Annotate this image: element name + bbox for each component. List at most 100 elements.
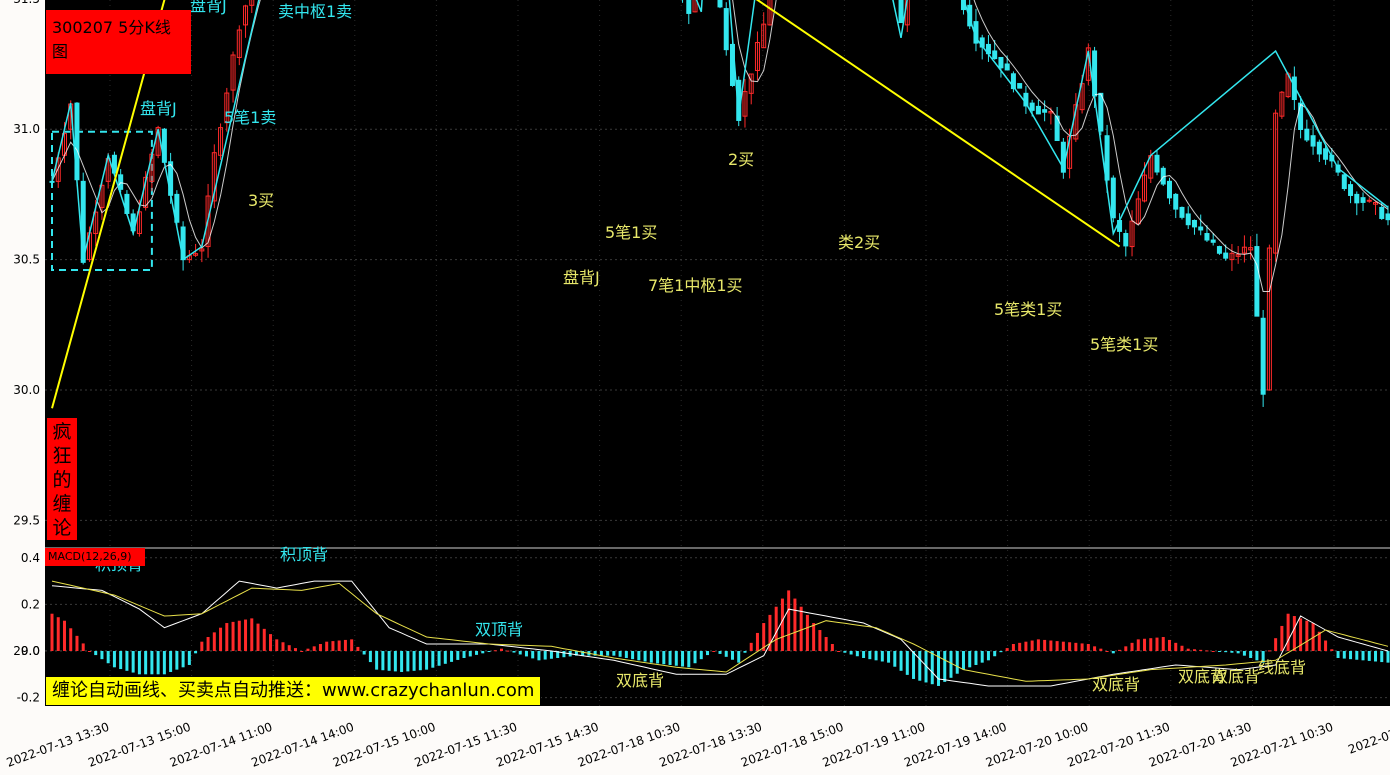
- candle-body: [1360, 197, 1366, 203]
- macd-bar: [1024, 641, 1028, 651]
- macd-y-tick-label: -0.2: [17, 691, 40, 705]
- macd-bar: [262, 628, 266, 651]
- macd-bar: [968, 651, 972, 668]
- macd-bar: [631, 651, 635, 660]
- candle-body: [118, 174, 124, 190]
- macd-bar: [649, 651, 653, 663]
- candle-body: [1341, 174, 1347, 190]
- macd-bar: [774, 606, 778, 651]
- macd-bar: [793, 598, 797, 651]
- macd-bar: [1149, 638, 1153, 651]
- macd-bar: [462, 651, 466, 658]
- macd-bar: [119, 651, 123, 670]
- macd-bar: [780, 598, 784, 651]
- macd-bar: [612, 651, 616, 656]
- macd-bar: [824, 637, 828, 651]
- macd-bar: [1155, 637, 1159, 651]
- macd-bar: [986, 651, 990, 661]
- annotation-label: 5笔类1买: [994, 300, 1062, 319]
- candle-body: [1223, 252, 1229, 259]
- macd-bar: [743, 651, 747, 653]
- macd-bar: [1280, 625, 1284, 651]
- macd-bar: [356, 646, 360, 651]
- chart-canvas: 盘背J盘背J卖中枢1卖5笔1卖3买2买5笔1买盘背J 7笔1中枢1买类2买5笔类1…: [0, 0, 1390, 775]
- macd-bar: [306, 648, 310, 651]
- macd-bar: [1286, 613, 1290, 651]
- macd-annotation-label: 双底背: [616, 671, 664, 690]
- macd-bar: [450, 651, 454, 662]
- macd-bar: [418, 651, 422, 671]
- macd-bar: [549, 651, 553, 659]
- macd-bar: [512, 651, 516, 653]
- macd-bar: [256, 623, 260, 651]
- macd-bar: [543, 651, 547, 660]
- macd-bar: [1061, 641, 1065, 651]
- annotation-label: 盘背J: [190, 0, 227, 15]
- annotation-label: 5笔1卖: [224, 108, 276, 127]
- macd-bar: [1342, 651, 1346, 659]
- macd-bar: [337, 640, 341, 651]
- macd-bar: [980, 651, 984, 663]
- macd-bar: [1355, 651, 1359, 660]
- macd-bar: [499, 648, 503, 651]
- macd-bar: [1267, 650, 1271, 652]
- candle-body: [1098, 92, 1104, 132]
- candle-body: [717, 0, 723, 8]
- annotation-label: 盘背J: [140, 99, 177, 118]
- macd-bar: [269, 634, 273, 651]
- candle-body: [1298, 102, 1304, 130]
- macd-bar: [412, 651, 416, 671]
- macd-bar: [481, 651, 485, 654]
- macd-bar: [387, 651, 391, 671]
- macd-bar: [219, 627, 223, 651]
- macd-bar: [393, 651, 397, 672]
- annotation-label: 盘背J: [563, 268, 600, 287]
- macd-bar: [1093, 646, 1097, 651]
- macd-bar: [999, 651, 1003, 653]
- candle-body: [1310, 135, 1316, 147]
- macd-bar: [1068, 642, 1072, 651]
- brand-char: 论: [52, 517, 72, 539]
- macd-bar: [487, 651, 491, 652]
- macd-bar: [1192, 649, 1196, 651]
- candle-body: [898, 0, 904, 24]
- y-tick-label: 31.0: [13, 122, 40, 136]
- candle-body: [1173, 193, 1179, 210]
- macd-bar: [1105, 651, 1109, 652]
- macd-bar: [1386, 651, 1390, 663]
- macd-bar: [681, 651, 685, 667]
- candle-body: [1379, 206, 1385, 219]
- y-tick-label: 30.0: [13, 383, 40, 397]
- promo-banner[interactable]: 缠论自动画线、买卖点自动推送：www.crazychanlun.com: [45, 676, 542, 706]
- candle-body: [1017, 83, 1023, 89]
- candle-body: [1191, 219, 1197, 228]
- macd-bar: [624, 651, 628, 658]
- macd-bar: [1167, 639, 1171, 651]
- macd-bar: [1043, 639, 1047, 651]
- macd-bar: [1055, 641, 1059, 651]
- macd-bar: [955, 651, 959, 674]
- macd-bar: [1136, 639, 1140, 651]
- macd-bar: [724, 651, 728, 657]
- macd-bar: [693, 651, 697, 664]
- macd-bar: [1217, 651, 1221, 652]
- macd-bar: [837, 651, 841, 652]
- macd-bar: [343, 639, 347, 651]
- macd-bar: [1336, 651, 1340, 658]
- candle-body: [998, 56, 1004, 69]
- macd-bar: [437, 651, 441, 666]
- macd-bar: [737, 651, 741, 663]
- macd-bar: [506, 650, 510, 652]
- macd-bar: [443, 651, 447, 664]
- macd-annotation-label: 双顶背: [475, 620, 523, 639]
- macd-bar: [524, 651, 528, 657]
- macd-bar: [643, 651, 647, 662]
- macd-bar: [456, 651, 460, 660]
- macd-bar: [375, 651, 379, 670]
- macd-bar: [150, 651, 154, 675]
- macd-bar: [325, 641, 329, 651]
- macd-bar: [431, 651, 435, 668]
- y-tick-label: 29.5: [13, 513, 40, 527]
- macd-bar: [112, 651, 116, 668]
- macd-bar: [887, 651, 891, 663]
